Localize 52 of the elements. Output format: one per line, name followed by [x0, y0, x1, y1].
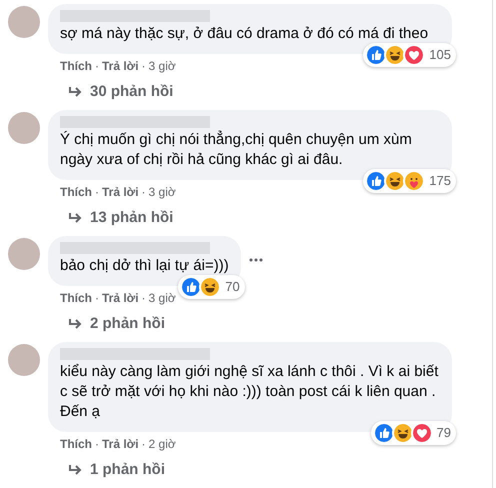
like-link[interactable]: Thích	[60, 183, 92, 201]
reply-arrow-icon	[68, 86, 82, 98]
comment-text: bảo chị dở thì lại tự ái=)))	[60, 257, 229, 274]
thumbs-up-icon	[372, 422, 395, 444]
reply-link[interactable]: Trả lời	[102, 435, 139, 453]
reaction-summary[interactable]: 79	[370, 421, 456, 445]
comment-time: 3 giờ	[148, 290, 176, 307]
laughing-face-icon	[384, 170, 406, 192]
separator-dot: ·	[142, 290, 146, 307]
reaction-summary[interactable]: 105	[363, 43, 456, 67]
comment-text: kiểu này càng làm giới nghệ sĩ xa lánh c thôi . Vì k ai biết c sẽ trở mặt với họ khi nào :))) toàn post cái k liên quan . Đến ạ	[60, 363, 438, 420]
like-link[interactable]: Thích	[60, 57, 92, 75]
like-link[interactable]: Thích	[60, 435, 92, 453]
view-replies-link[interactable]: 30 phản hồi	[68, 82, 174, 102]
comment-time: 3 giờ	[148, 58, 176, 75]
comment-text: sợ má này thặc sự, ở đâu có drama ở đó có má đi theo	[60, 25, 428, 42]
laughing-face-icon	[392, 422, 414, 444]
reaction-summary[interactable]: 70	[178, 275, 245, 299]
view-replies-link[interactable]: 13 phản hồi	[68, 208, 174, 228]
separator-dot: ·	[95, 184, 99, 201]
comment-text: Ý chị muốn gì chị nói thẳng,chị quên chuyện um xùm ngày xưa of chị rồi hả cũng khác gì ai đâu.	[60, 131, 412, 168]
more-options-icon[interactable]	[248, 258, 263, 262]
laughing-face-icon	[199, 276, 222, 298]
heart-icon	[403, 44, 426, 66]
comment-time: 2 giờ	[148, 436, 176, 453]
heart-icon	[410, 422, 433, 444]
separator-dot: ·	[95, 58, 99, 75]
reply-arrow-icon	[68, 318, 82, 330]
separator-dot: ·	[142, 58, 146, 75]
reaction-summary[interactable]: 175	[363, 169, 456, 193]
view-replies-link[interactable]: 1 phản hồi	[68, 460, 165, 480]
thumbs-up-icon	[180, 276, 202, 298]
like-link[interactable]: Thích	[60, 289, 92, 307]
separator-dot: ·	[95, 290, 99, 307]
avatar-photo[interactable]	[8, 6, 40, 38]
avatar-photo[interactable]	[8, 238, 40, 270]
avatar-photo[interactable]	[8, 344, 40, 376]
separator-dot: ·	[142, 184, 146, 201]
thumbs-up-icon	[365, 44, 388, 66]
reply-link[interactable]: Trả lời	[102, 57, 139, 75]
reply-link[interactable]: Trả lời	[102, 289, 139, 307]
separator-dot: ·	[95, 436, 99, 453]
avatar-photo[interactable]	[8, 112, 40, 144]
view-replies-link[interactable]: 2 phản hồi	[68, 314, 165, 334]
reply-arrow-icon	[68, 212, 82, 224]
separator-dot: ·	[142, 436, 146, 453]
reply-arrow-icon	[68, 464, 82, 476]
laughing-face-icon	[384, 44, 406, 66]
comment-time: 3 giờ	[148, 184, 176, 201]
thumbs-up-icon	[365, 170, 388, 192]
reply-link[interactable]: Trả lời	[102, 183, 139, 201]
hugging-face-icon	[403, 170, 426, 192]
